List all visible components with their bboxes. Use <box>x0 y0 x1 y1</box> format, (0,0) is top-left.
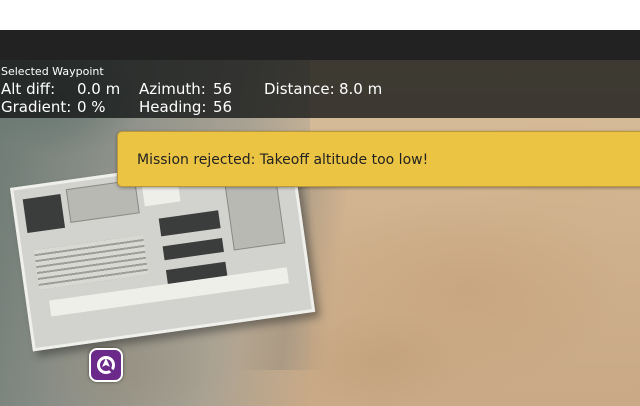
gradient-label: Gradient: <box>1 98 72 116</box>
gradient-value: 0 % <box>77 98 106 116</box>
azimuth-label: Azimuth: <box>139 80 206 98</box>
alert-message: Mission rejected: Takeoff altitude too l… <box>137 152 429 168</box>
alt-diff-label: Alt diff: <box>1 80 56 98</box>
panel-title: Selected Waypoint <box>1 65 104 78</box>
distance-label: Distance: <box>264 80 335 98</box>
mission-rejected-alert[interactable]: Mission rejected: Takeoff altitude too l… <box>117 131 640 187</box>
selected-waypoint-panel: Selected Waypoint Alt diff: 0.0 m Gradie… <box>0 60 640 118</box>
roof-unit <box>158 210 221 237</box>
vehicle-icon <box>97 356 116 375</box>
vehicle-marker[interactable] <box>89 348 123 382</box>
toolbar <box>0 30 640 60</box>
alt-diff-value: 0.0 m <box>77 80 121 98</box>
heading-label: Heading: <box>139 98 207 116</box>
roof-unit <box>162 237 224 261</box>
roof-shadow <box>22 194 66 234</box>
distance-value: 8.0 m <box>339 80 383 98</box>
azimuth-value: 56 <box>213 80 233 98</box>
heading-value: 56 <box>213 98 233 116</box>
top-bar <box>0 0 640 30</box>
roof-vents <box>33 234 149 290</box>
